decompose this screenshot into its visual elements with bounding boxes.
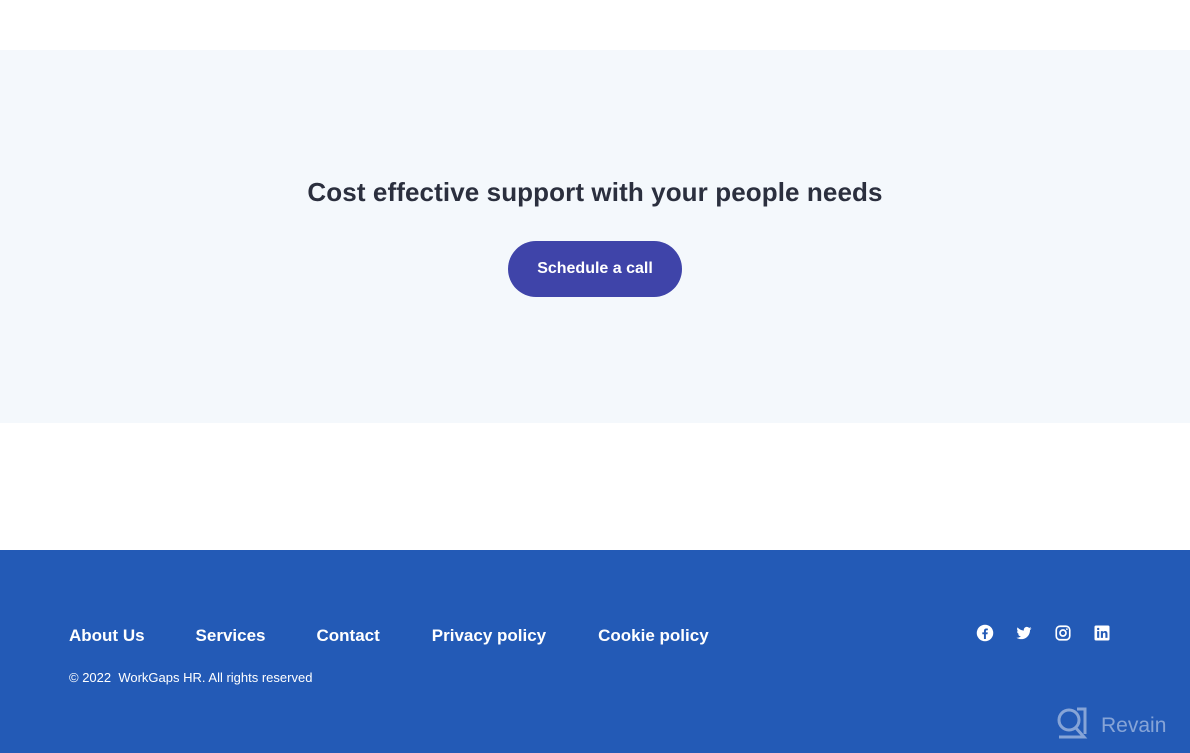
twitter-icon[interactable] <box>1015 624 1033 642</box>
top-strip <box>0 0 1190 50</box>
schedule-call-button[interactable]: Schedule a call <box>508 241 682 297</box>
revain-label: Revain <box>1101 713 1167 737</box>
revain-logo-icon <box>1055 706 1089 745</box>
footer: About Us Services Contact Privacy policy… <box>0 550 1190 753</box>
cta-section: Cost effective support with your people … <box>0 50 1190 423</box>
footer-nav: About Us Services Contact Privacy policy… <box>69 626 709 646</box>
footer-link-services[interactable]: Services <box>196 626 266 646</box>
footer-link-privacy-policy[interactable]: Privacy policy <box>432 626 546 646</box>
instagram-icon[interactable] <box>1054 624 1072 642</box>
revain-watermark: Revain <box>1055 706 1166 745</box>
copyright-text: © 2022 WorkGaps HR. All rights reserved <box>69 670 313 685</box>
footer-link-cookie-policy[interactable]: Cookie policy <box>598 626 709 646</box>
social-links <box>976 624 1111 642</box>
facebook-icon[interactable] <box>976 624 994 642</box>
cta-title: Cost effective support with your people … <box>307 177 883 207</box>
footer-link-contact[interactable]: Contact <box>317 626 380 646</box>
linkedin-icon[interactable] <box>1093 624 1111 642</box>
spacer <box>0 423 1190 550</box>
footer-link-about-us[interactable]: About Us <box>69 626 145 646</box>
